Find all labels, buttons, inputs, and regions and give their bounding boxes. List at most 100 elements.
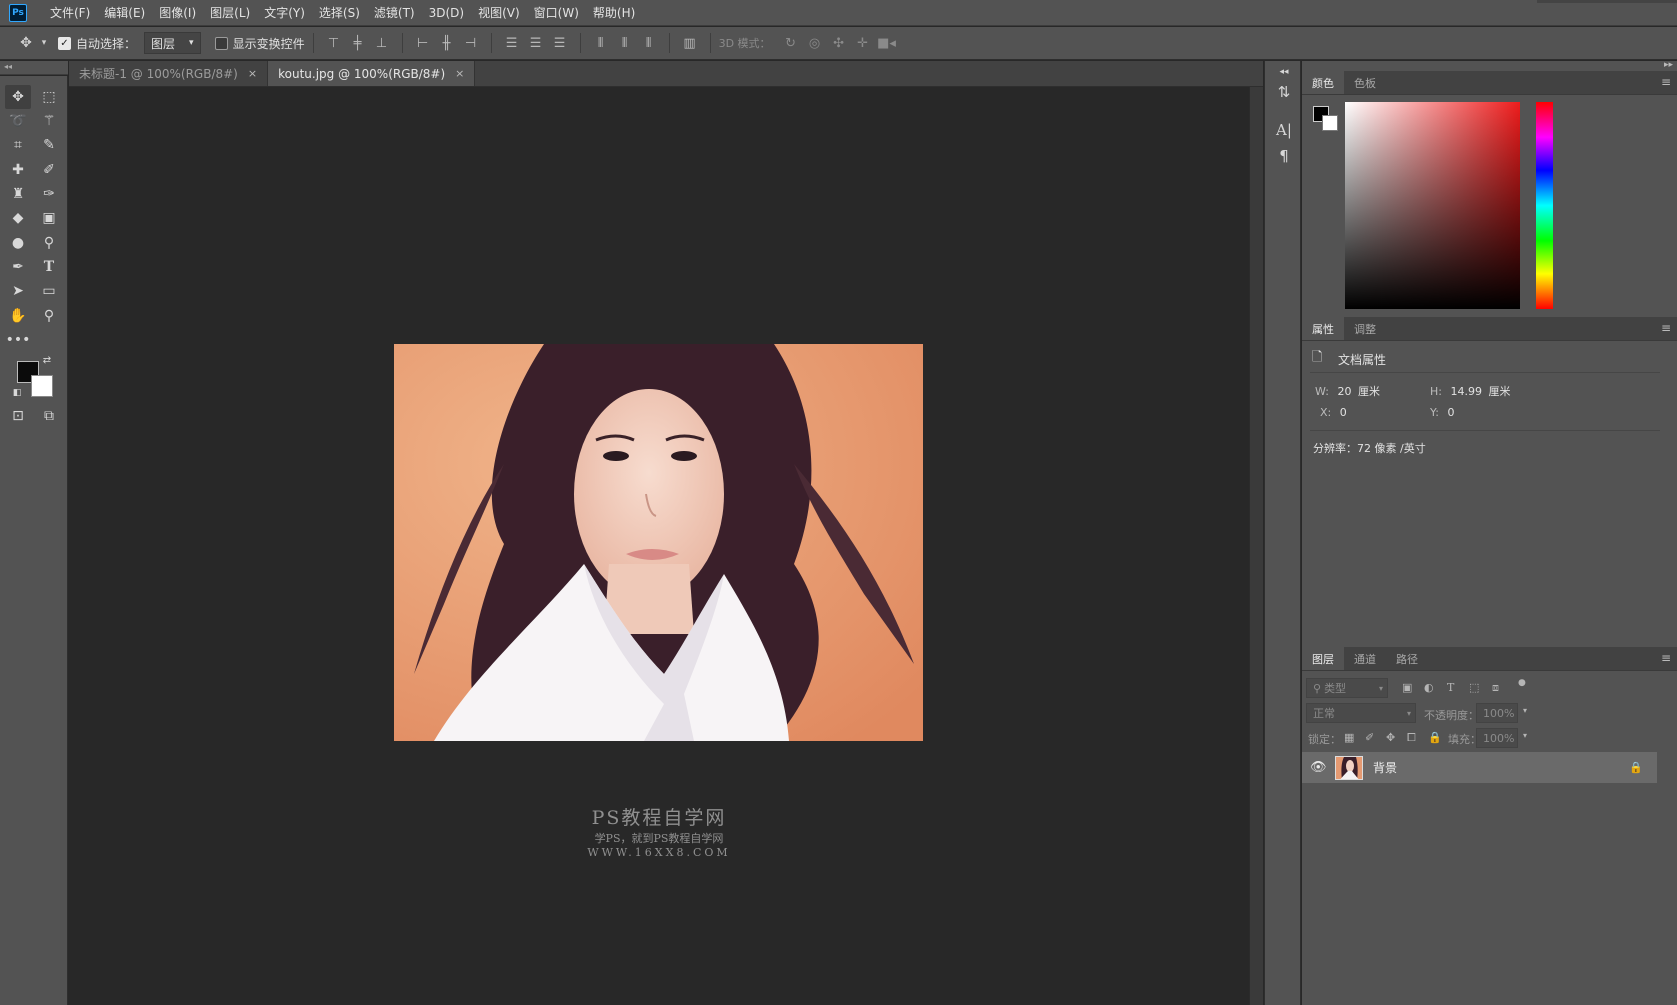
3d-scale-icon[interactable]: ■◂ — [875, 36, 899, 51]
chevron-down-icon[interactable]: ▾ — [1523, 706, 1527, 715]
blur-tool-icon[interactable]: ● — [5, 231, 31, 255]
eyedropper-tool-icon[interactable]: ✎ — [36, 133, 62, 157]
magic-wand-tool-icon[interactable]: ⚚ — [36, 109, 62, 133]
tab-channels[interactable]: 通道 — [1344, 647, 1386, 670]
paragraph-panel-icon[interactable]: ¶ — [1275, 147, 1293, 165]
height-value[interactable]: 14.99 — [1450, 385, 1482, 398]
marquee-tool-icon[interactable]: ⬚ — [36, 85, 62, 109]
align-right-icon[interactable]: ⊣ — [459, 36, 483, 51]
align-bottom-icon[interactable]: ⊥ — [370, 36, 394, 51]
path-selection-tool-icon[interactable]: ➤ — [5, 279, 31, 303]
tab-adjustments[interactable]: 调整 — [1344, 317, 1386, 340]
distribute-right-icon[interactable]: ⫴ — [637, 36, 661, 51]
filter-smart-object-icon[interactable]: ⧈ — [1492, 681, 1499, 695]
distribute-horizontal-center-icon[interactable]: ⫴ — [613, 36, 637, 51]
filter-adjustment-layer-icon[interactable]: ◐ — [1424, 681, 1434, 694]
3d-slide-icon[interactable]: ✛ — [851, 36, 875, 51]
chevron-down-icon[interactable]: ▾ — [38, 31, 50, 55]
y-value[interactable]: 0 — [1447, 406, 1454, 419]
distribute-left-icon[interactable]: ⫴ — [589, 36, 613, 51]
filter-shape-layer-icon[interactable]: ⬚ — [1469, 681, 1479, 694]
close-icon[interactable]: × — [248, 67, 257, 80]
align-left-icon[interactable]: ⊢ — [411, 36, 435, 51]
tab-koutu-jpg[interactable]: koutu.jpg @ 100%(RGB/8#) × — [268, 61, 476, 86]
tab-untitled-1[interactable]: 未标题-1 @ 100%(RGB/8#) × — [69, 61, 269, 86]
menu-filter[interactable]: 滤镜(T) — [367, 0, 422, 26]
auto-select-dropdown[interactable]: 图层 ▾ — [144, 32, 201, 54]
filter-toggle-icon[interactable]: ● — [1518, 678, 1526, 688]
collapse-arrows-icon[interactable]: ◂◂ — [1275, 63, 1293, 81]
zoom-tool-icon[interactable]: ⚲ — [36, 304, 62, 328]
menu-layer[interactable]: 图层(L) — [203, 0, 257, 26]
tab-layers[interactable]: 图层 — [1302, 647, 1344, 670]
distribute-bottom-icon[interactable]: ☰ — [548, 36, 572, 51]
canvas-area[interactable]: PS教程自学网 学PS，就到PS教程自学网 WWW.16XX8.COM — [69, 87, 1249, 1005]
document-image[interactable] — [394, 344, 923, 741]
brush-tool-icon[interactable]: ✐ — [36, 158, 62, 182]
lock-position-icon[interactable]: ✥ — [1386, 731, 1395, 744]
panel-menu-icon[interactable]: ≡ — [1661, 321, 1671, 335]
lock-all-icon[interactable]: 🔒 — [1428, 731, 1442, 744]
layer-name[interactable]: 背景 — [1373, 759, 1397, 776]
lock-artboard-icon[interactable]: ⧠ — [1407, 731, 1416, 745]
move-tool-icon[interactable]: ✥ — [5, 85, 31, 109]
quick-mask-icon[interactable]: ⊡ — [5, 404, 31, 428]
auto-select-checkbox[interactable]: ✓ — [58, 36, 71, 50]
canvas-scrollbar[interactable] — [1249, 87, 1263, 1005]
panel-menu-icon[interactable]: ≡ — [1661, 651, 1671, 665]
tab-paths[interactable]: 路径 — [1386, 647, 1428, 670]
healing-brush-tool-icon[interactable]: ✚ — [5, 158, 31, 182]
eye-visibility-icon[interactable]: 👁 — [1310, 760, 1327, 775]
chevron-down-icon[interactable]: ▾ — [1523, 731, 1527, 740]
history-brush-tool-icon[interactable]: ✑ — [36, 182, 62, 206]
layer-lock-icon[interactable]: 🔒 — [1629, 761, 1643, 774]
hand-tool-icon[interactable]: ✋ — [5, 304, 31, 328]
lock-transparent-pixels-icon[interactable]: ▦ — [1344, 731, 1354, 744]
align-top-icon[interactable]: ⊤ — [322, 36, 346, 51]
menu-help[interactable]: 帮助(H) — [586, 0, 642, 26]
panel-menu-icon[interactable]: ≡ — [1661, 75, 1671, 89]
character-panel-icon[interactable]: A| — [1275, 121, 1293, 139]
pen-tool-icon[interactable]: ✒ — [5, 255, 31, 279]
color-picker-field[interactable] — [1345, 102, 1520, 309]
eraser-tool-icon[interactable]: ◆ — [5, 206, 31, 230]
clone-stamp-tool-icon[interactable]: ♜ — [5, 182, 31, 206]
3d-roll-icon[interactable]: ◎ — [803, 36, 827, 51]
distribute-top-icon[interactable]: ☰ — [500, 36, 524, 51]
edit-toolbar-icon[interactable]: ••• — [5, 328, 31, 352]
3d-pan-icon[interactable]: ✣ — [827, 36, 851, 51]
toolbar-collapse-bar[interactable]: ◂◂ — [0, 61, 68, 75]
lock-image-pixels-icon[interactable]: ✐ — [1365, 731, 1374, 744]
layer-filter-dropdown[interactable]: ⚲ 类型 ▾ — [1306, 678, 1388, 698]
tab-properties[interactable]: 属性 — [1302, 317, 1344, 340]
crop-tool-icon[interactable]: ⌗ — [5, 133, 31, 157]
lasso-tool-icon[interactable]: ➰ — [5, 109, 31, 133]
x-value[interactable]: 0 — [1340, 406, 1347, 419]
rectangle-tool-icon[interactable]: ▭ — [36, 279, 62, 303]
fill-field[interactable]: 100% — [1476, 728, 1518, 748]
tab-color[interactable]: 颜色 — [1302, 71, 1344, 94]
auto-align-layers-icon[interactable]: ▥ — [678, 36, 702, 51]
move-tool-preset-icon[interactable]: ✥ — [14, 31, 38, 55]
align-vertical-center-icon[interactable]: ╪ — [346, 36, 370, 51]
close-icon[interactable]: × — [455, 67, 464, 80]
menu-3d[interactable]: 3D(D) — [422, 0, 471, 26]
background-color-chip[interactable] — [1322, 115, 1338, 131]
menu-type[interactable]: 文字(Y) — [257, 0, 312, 26]
history-panel-icon[interactable]: ⇅ — [1275, 83, 1293, 101]
menu-view[interactable]: 视图(V) — [471, 0, 527, 26]
distribute-vertical-center-icon[interactable]: ☰ — [524, 36, 548, 51]
default-colors-icon[interactable]: ◧ — [10, 386, 24, 400]
tab-swatches[interactable]: 色板 — [1344, 71, 1386, 94]
menu-file[interactable]: 文件(F) — [43, 0, 97, 26]
show-transform-checkbox[interactable] — [214, 36, 228, 50]
opacity-field[interactable]: 100% — [1476, 703, 1518, 723]
menu-edit[interactable]: 编辑(E) — [97, 0, 152, 26]
menu-select[interactable]: 选择(S) — [312, 0, 367, 26]
gradient-tool-icon[interactable]: ▣ — [36, 206, 62, 230]
dodge-tool-icon[interactable]: ⚲ — [36, 231, 62, 255]
swap-colors-icon[interactable]: ⇄ — [40, 353, 54, 367]
3d-orbit-icon[interactable]: ↻ — [779, 36, 803, 51]
layer-row-background[interactable]: 👁 背景 🔒 — [1302, 752, 1657, 783]
menu-window[interactable]: 窗口(W) — [527, 0, 586, 26]
